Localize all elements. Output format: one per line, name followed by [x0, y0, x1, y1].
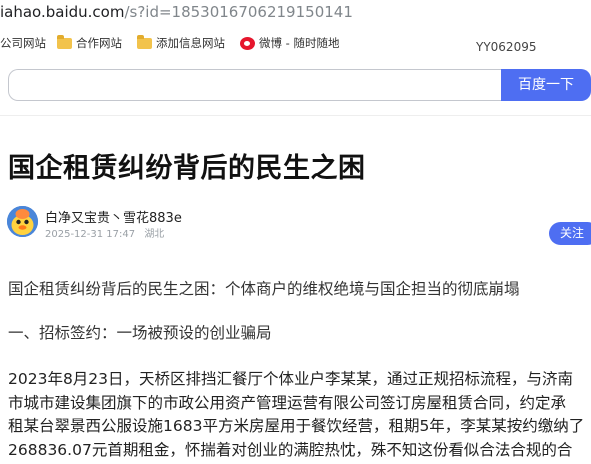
follow-button[interactable]: 关注	[549, 222, 591, 245]
watermark-id: YY062095	[476, 40, 537, 54]
duck-avatar-icon	[7, 206, 38, 237]
bookmark-weibo[interactable]: 微博 - 随时随地	[240, 35, 339, 51]
bookmark-label: 合作网站	[76, 36, 122, 50]
bookmark-label: 微博 - 随时随地	[259, 36, 340, 50]
search-button[interactable]: 百度一下	[501, 69, 591, 101]
search-input[interactable]	[8, 69, 501, 101]
body-line: 2023年8月23日，天桥区排挡汇餐厅个体业户李某某，通过正规招标流程，与济南	[8, 370, 574, 388]
bookmarks-bar: 公司网站 合作网站 添加信息网站 微博 - 随时随地	[0, 28, 350, 58]
intro-paragraph: 国企租赁纠纷背后的民生之困：个体商户的维权绝境与国企担当的彻底崩塌	[8, 280, 520, 298]
author-name[interactable]: 白净又宝贵丶雪花883e	[45, 207, 182, 226]
bookmark-add-info-sites[interactable]: 添加信息网站	[137, 34, 225, 51]
folder-icon	[137, 34, 152, 49]
bookmark-label: 公司网站	[0, 36, 46, 50]
address-bar[interactable]: iahao.baidu.com/s?id=1853016706219150141	[0, 0, 591, 26]
article-title: 国企租赁纠纷背后的民生之困	[8, 153, 366, 184]
url-path: /s?id=1853016706219150141	[124, 3, 353, 21]
body-line: 268836.07元首期租金，怀揣着对创业的满腔热忱，殊不知这份看似合法合规的合	[8, 440, 573, 459]
bookmark-company-sites[interactable]: 公司网站	[0, 35, 46, 51]
body-line: 市城市建设集团旗下的市政公用资产管理运营有限公司签订房屋租赁合同，约定承	[8, 393, 567, 412]
publish-location: 湖北	[144, 229, 165, 240]
avatar[interactable]	[7, 206, 38, 237]
bookmark-partner-sites[interactable]: 合作网站	[57, 34, 122, 51]
article-meta: 2025-12-31 17:47 湖北	[45, 225, 170, 240]
body-line: 租某台翠景西公服设施1683平方米房屋用于餐饮经营，租期5年，李某某按约缴纳了	[8, 417, 585, 435]
folder-icon	[57, 34, 72, 49]
section-heading: 一、招标签约：一场被预设的创业骗局	[8, 324, 272, 342]
body-paragraph: 2023年8月23日，天桥区排挡汇餐厅个体业户李某某，通过正规招标流程，与济南 …	[8, 368, 584, 462]
bookmark-label: 添加信息网站	[156, 36, 225, 50]
divider	[0, 115, 591, 116]
url-host: iahao.baidu.com	[0, 3, 125, 21]
weibo-icon	[240, 36, 255, 50]
publish-date: 2025-12-31 17:47	[45, 229, 136, 240]
